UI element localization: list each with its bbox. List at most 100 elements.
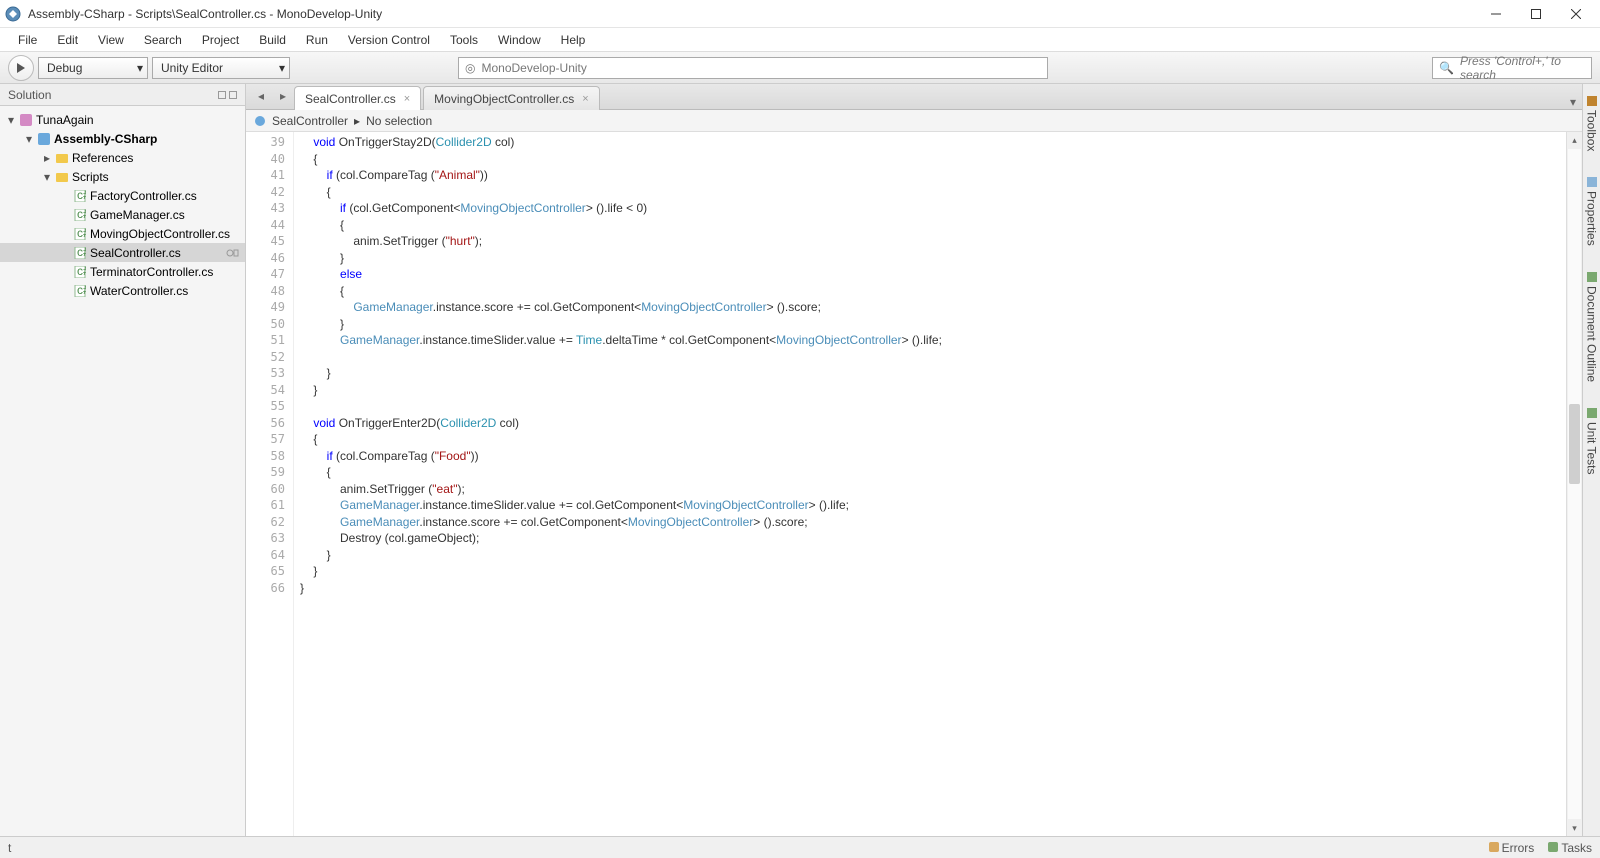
editor-area: ◂ ▸ SealController.cs × MovingObjectCont…	[246, 84, 1582, 836]
rail-unit-tests[interactable]: Unit Tests	[1585, 402, 1599, 480]
breadcrumb-member: No selection	[366, 114, 432, 128]
window-title: Assembly-CSharp - Scripts\SealController…	[28, 7, 1476, 21]
menu-version-control[interactable]: Version Control	[338, 30, 440, 50]
root-label: TunaAgain	[36, 113, 94, 127]
references-label: References	[72, 151, 133, 165]
panel-controls[interactable]	[218, 91, 237, 99]
menu-help[interactable]: Help	[551, 30, 596, 50]
tab-sealcontroller[interactable]: SealController.cs ×	[294, 86, 421, 110]
chevron-down-icon: ▾	[137, 61, 143, 75]
svg-text:c#: c#	[77, 190, 86, 202]
svg-text:c#: c#	[77, 209, 86, 221]
close-icon[interactable]: ×	[582, 93, 588, 105]
file-label: MovingObjectController.cs	[90, 227, 230, 241]
solution-root[interactable]: ▾ TunaAgain	[0, 110, 245, 129]
csharp-file-icon: c#	[73, 265, 87, 279]
file-sealcontroller-cs[interactable]: c#SealController.cs	[0, 243, 245, 262]
minimize-button[interactable]	[1476, 0, 1516, 28]
collapse-icon[interactable]: ▾	[42, 170, 52, 184]
menu-project[interactable]: Project	[192, 30, 249, 50]
file-gamemanager-cs[interactable]: c# GameManager.cs	[0, 205, 245, 224]
solution-panel: Solution ▾ TunaAgain ▾ Assembly-CSharp ▸	[0, 84, 246, 836]
status-left: t	[8, 841, 11, 855]
file-label: GameManager.cs	[90, 208, 185, 222]
breakpoint-indicator	[225, 248, 239, 258]
config-value: Debug	[47, 61, 82, 75]
vertical-scrollbar[interactable]: ▴ ▾	[1566, 132, 1582, 836]
menu-run[interactable]: Run	[296, 30, 338, 50]
search-icon: 🔍	[1439, 61, 1454, 75]
menu-edit[interactable]: Edit	[47, 30, 88, 50]
tab-overflow-button[interactable]: ▾	[1570, 95, 1576, 109]
menu-file[interactable]: File	[8, 30, 47, 50]
svg-text:c#: c#	[77, 228, 86, 240]
menu-search[interactable]: Search	[134, 30, 192, 50]
file-movingobjectcontroller-cs[interactable]: c# MovingObjectController.cs	[0, 224, 245, 243]
collapse-icon[interactable]: ▾	[6, 113, 16, 127]
rail-icon	[1587, 408, 1597, 418]
target-dropdown[interactable]: Unity Editor ▾	[152, 57, 290, 79]
breadcrumb-class: SealController	[272, 114, 348, 128]
toolbar: Debug ▾ Unity Editor ▾ ◎ MonoDevelop-Uni…	[0, 52, 1600, 84]
scroll-thumb[interactable]	[1569, 404, 1580, 484]
maximize-button[interactable]	[1516, 0, 1556, 28]
rail-document-outline[interactable]: Document Outline	[1585, 266, 1599, 388]
svg-text:c#: c#	[77, 266, 86, 278]
run-button[interactable]	[8, 55, 34, 81]
notification-text: MonoDevelop-Unity	[481, 61, 586, 75]
file-watercontroller-cs[interactable]: c#WaterController.cs	[0, 281, 245, 300]
menu-window[interactable]: Window	[488, 30, 551, 50]
global-search[interactable]: 🔍 Press 'Control+,' to search	[1432, 57, 1592, 79]
file-label: FactoryController.cs	[90, 189, 197, 203]
nav-forward-button[interactable]: ▸	[272, 85, 294, 107]
svg-text:c#: c#	[77, 285, 86, 297]
csharp-file-icon: c#	[73, 189, 87, 203]
menu-tools[interactable]: Tools	[440, 30, 488, 50]
right-rail: Toolbox Properties Document Outline Unit Te…	[1582, 84, 1600, 836]
svg-text:c#: c#	[77, 247, 86, 259]
file-terminatorcontroller-cs[interactable]: c# TerminatorController.cs	[0, 262, 245, 281]
scripts-folder[interactable]: ▾ Scripts	[0, 167, 245, 186]
menu-view[interactable]: View	[88, 30, 134, 50]
project-label: Assembly-CSharp	[54, 132, 157, 146]
line-gutter: 3940414243444546474849505152535455565758…	[246, 132, 294, 836]
collapse-icon[interactable]: ▾	[24, 132, 34, 146]
project-node[interactable]: ▾ Assembly-CSharp	[0, 129, 245, 148]
solution-title: Solution	[8, 88, 51, 102]
notification-search[interactable]: ◎ MonoDevelop-Unity	[458, 57, 1048, 79]
class-icon	[254, 115, 266, 127]
close-button[interactable]	[1556, 0, 1596, 28]
rail-toolbox[interactable]: Toolbox	[1585, 90, 1599, 157]
config-dropdown[interactable]: Debug ▾	[38, 57, 148, 79]
code-editor[interactable]: void OnTriggerStay2D(Collider2D col) { i…	[294, 132, 1566, 836]
close-icon[interactable]: ×	[404, 93, 410, 105]
errors-button[interactable]: Errors	[1489, 841, 1535, 855]
breadcrumb[interactable]: SealController ▸ No selection	[246, 110, 1582, 132]
target-value: Unity Editor	[161, 61, 223, 75]
scroll-track[interactable]	[1568, 149, 1581, 819]
solution-header: Solution	[0, 84, 245, 106]
file-factorycontroller-cs[interactable]: c# FactoryController.cs	[0, 186, 245, 205]
rail-properties[interactable]: Properties	[1585, 171, 1599, 252]
csharp-file-icon: c#	[73, 284, 87, 298]
rail-icon	[1587, 96, 1597, 106]
tab-movingobjectcontroller[interactable]: MovingObjectController.cs ×	[423, 86, 600, 110]
tasks-button[interactable]: Tasks	[1548, 841, 1592, 855]
search-placeholder: Press 'Control+,' to search	[1460, 54, 1585, 82]
solution-icon	[19, 113, 33, 127]
references-icon	[55, 151, 69, 165]
tab-label: SealController.cs	[305, 92, 396, 106]
nav-back-button[interactable]: ◂	[250, 85, 272, 107]
scroll-up-icon[interactable]: ▴	[1567, 132, 1582, 148]
rail-icon	[1587, 177, 1597, 187]
scroll-down-icon[interactable]: ▾	[1567, 820, 1582, 836]
menu-bar: FileEditViewSearchProjectBuildRunVersion…	[0, 28, 1600, 52]
menu-build[interactable]: Build	[249, 30, 296, 50]
folder-icon	[55, 170, 69, 184]
chevron-down-icon: ▾	[279, 61, 285, 75]
references-node[interactable]: ▸ References	[0, 148, 245, 167]
file-label: TerminatorController.cs	[90, 265, 213, 279]
project-icon	[37, 132, 51, 146]
editor-tabs: ◂ ▸ SealController.cs × MovingObjectCont…	[246, 84, 1582, 110]
expand-icon[interactable]: ▸	[42, 151, 52, 165]
